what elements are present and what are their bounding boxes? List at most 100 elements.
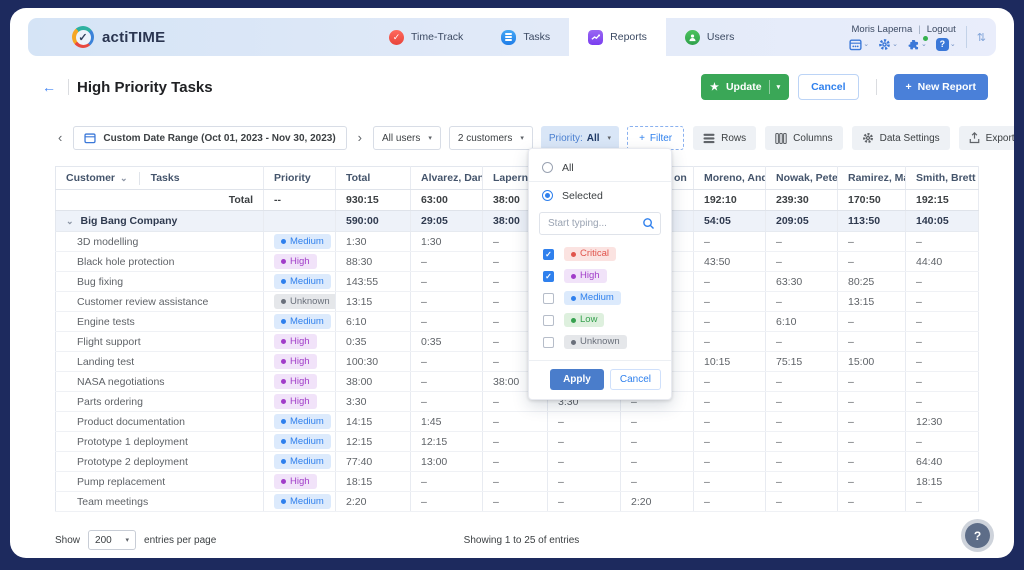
logout-link[interactable]: Logout: [927, 24, 956, 35]
task-name-cell[interactable]: Pump replacement: [55, 471, 264, 492]
time-cell: –: [905, 391, 979, 412]
chevron-down-icon: ▾: [428, 135, 432, 142]
priority-option-all[interactable]: All: [529, 154, 671, 181]
task-name-cell[interactable]: Product documentation: [55, 411, 264, 432]
task-name-cell[interactable]: 3D modelling: [55, 231, 264, 252]
help-menu-button[interactable]: ? ⌄: [935, 37, 956, 51]
column-header-user[interactable]: Alvarez, Daniel: [410, 166, 483, 190]
priority-checkbox-item[interactable]: ✓ Critical: [529, 243, 671, 265]
prev-period-button[interactable]: ‹: [55, 126, 65, 150]
time-cell: –: [620, 471, 694, 492]
column-header-user[interactable]: Smith, Brett: [905, 166, 979, 190]
nav-time-track[interactable]: ✓ Time-Track: [370, 18, 482, 56]
time-cell: –: [693, 411, 766, 432]
apply-button[interactable]: Apply: [550, 369, 604, 390]
column-header-customer-tasks[interactable]: Customer ⌄ Tasks: [55, 166, 264, 190]
checkbox-checked-icon[interactable]: ✓: [543, 248, 554, 260]
task-name-cell[interactable]: NASA negotiations: [55, 371, 264, 392]
main-nav: ✓ Time-Track Tasks Reports Users: [370, 18, 753, 56]
columns-button[interactable]: Columns: [765, 126, 843, 150]
task-name-cell[interactable]: Black hole protection: [55, 251, 264, 272]
chevron-down-icon: ⌄: [892, 41, 899, 48]
task-name-cell[interactable]: Prototype 2 deployment: [55, 451, 264, 472]
task-name-cell[interactable]: Parts ordering: [55, 391, 264, 412]
integrations-menu-button[interactable]: ⌄: [907, 35, 928, 51]
nav-users[interactable]: Users: [666, 18, 753, 56]
calendar-icon: [84, 133, 96, 144]
priority-checkbox-item[interactable]: Low: [529, 309, 671, 331]
chevron-down-icon[interactable]: ▾: [777, 83, 781, 91]
cancel-button[interactable]: Cancel: [798, 74, 859, 100]
brand-name: actiTIME: [102, 28, 166, 46]
time-cell: –: [482, 491, 548, 512]
task-name-cell[interactable]: Landing test: [55, 351, 264, 372]
column-header-priority[interactable]: Priority: [263, 166, 336, 190]
task-name-cell[interactable]: Flight support: [55, 331, 264, 352]
radio-checked-icon[interactable]: [542, 190, 553, 201]
chevron-down-icon: ▾: [520, 135, 524, 142]
task-name-cell[interactable]: Bug fixing: [55, 271, 264, 292]
time-cell: –: [837, 471, 906, 492]
column-header-user[interactable]: Ramirez, Maria: [837, 166, 906, 190]
date-range-button[interactable]: Custom Date Range (Oct 01, 2023 - Nov 30…: [73, 126, 347, 150]
top-navigation-bar: ✓ actiTIME ✓ Time-Track Tasks Reports Us…: [28, 18, 996, 56]
update-button[interactable]: ★ Update ▾: [701, 74, 790, 100]
calendar-menu-button[interactable]: ⌄: [849, 38, 869, 51]
customer-group-row[interactable]: ⌄ Big Bang Company 590:00 29:05 38:00 54:05 20…: [55, 210, 979, 232]
priority-badge: Unknown: [564, 334, 627, 350]
time-cell: –: [905, 491, 979, 512]
nav-tasks[interactable]: Tasks: [482, 18, 569, 56]
time-cell: –: [905, 291, 979, 312]
dropdown-cancel-button[interactable]: Cancel: [609, 369, 661, 390]
new-report-button[interactable]: + New Report: [893, 74, 988, 100]
time-cell: 75:15: [765, 351, 838, 372]
column-header-total[interactable]: Total: [335, 166, 411, 190]
column-header-user[interactable]: Moreno, Andrew: [693, 166, 766, 190]
checkbox-icon[interactable]: [543, 292, 554, 304]
table-row: Engine tests Medium 6:10– – –6:10– –: [55, 311, 979, 332]
nav-reports[interactable]: Reports: [569, 18, 666, 56]
time-cell: –: [693, 391, 766, 412]
next-period-button[interactable]: ›: [355, 126, 365, 150]
row-total-cell: 2:20: [335, 491, 411, 512]
divider: [965, 26, 967, 48]
customers-filter-select[interactable]: 2 customers ▾: [448, 126, 533, 150]
time-cell: –: [765, 231, 838, 252]
back-button[interactable]: ←: [38, 79, 60, 95]
page-size-select[interactable]: 200 ▾: [88, 530, 137, 550]
checkbox-icon[interactable]: [543, 336, 554, 348]
time-cell: –: [765, 451, 838, 472]
users-filter-select[interactable]: All users ▾: [373, 126, 441, 150]
task-name-cell[interactable]: Engine tests: [55, 311, 264, 332]
priority-checkbox-item[interactable]: Medium: [529, 287, 671, 309]
priority-search: [539, 212, 661, 235]
time-track-icon: ✓: [389, 29, 404, 45]
time-cell: 44:40: [905, 251, 979, 272]
priority-option-selected[interactable]: Selected: [529, 182, 671, 209]
total-cell: 192:15: [905, 189, 979, 211]
task-name-cell[interactable]: Prototype 1 deployment: [55, 431, 264, 452]
settings-menu-button[interactable]: ⌄: [878, 38, 898, 51]
task-name-cell[interactable]: Customer review assistance: [55, 291, 264, 312]
priority-filter-select[interactable]: Priority: All ▾: [540, 126, 620, 150]
checkbox-checked-icon[interactable]: ✓: [543, 270, 554, 282]
time-cell: –: [905, 311, 979, 332]
priority-checkbox-item[interactable]: ✓ High: [529, 265, 671, 287]
table-row: Parts ordering High 3:30– –3:30– – – – –: [55, 391, 979, 412]
rows-button[interactable]: Rows: [693, 126, 757, 150]
data-settings-button[interactable]: Data Settings: [851, 126, 950, 150]
scroll-arrows-icon[interactable]: ⇅: [977, 31, 986, 44]
help-fab-button[interactable]: ?: [965, 523, 990, 548]
time-cell: –: [482, 411, 548, 432]
add-filter-button[interactable]: + Filter: [627, 126, 685, 150]
radio-icon[interactable]: [542, 162, 553, 173]
task-name-cell[interactable]: Team meetings: [55, 491, 264, 512]
time-cell: –: [905, 371, 979, 392]
priority-cell: High: [263, 471, 336, 492]
time-cell: –: [765, 391, 838, 412]
time-cell: –: [482, 471, 548, 492]
export-button[interactable]: Export: [958, 126, 1014, 150]
column-header-user[interactable]: Nowak, Peter: [765, 166, 838, 190]
checkbox-icon[interactable]: [543, 314, 554, 326]
priority-checkbox-item[interactable]: Unknown: [529, 331, 671, 353]
